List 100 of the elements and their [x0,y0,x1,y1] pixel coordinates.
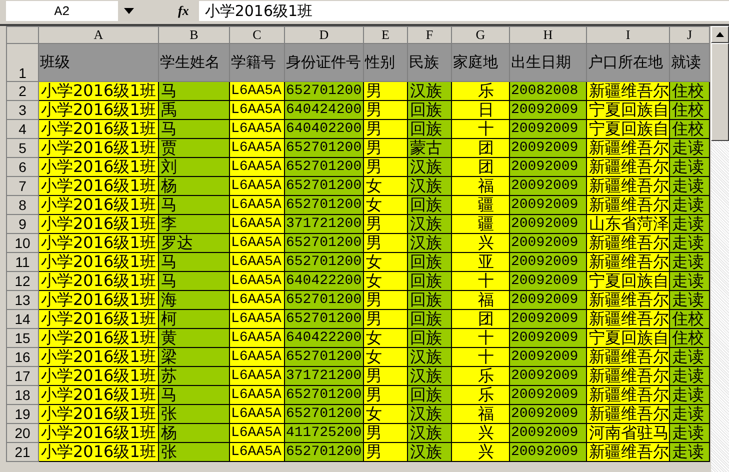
table-cell[interactable]: 走读 [670,290,710,310]
table-cell[interactable]: 小学2016级1班 [38,138,158,158]
row-header[interactable]: 15 [6,328,38,348]
table-cell[interactable]: 乐 [452,82,510,100]
table-cell[interactable]: 男 [364,158,408,176]
row-header[interactable]: 5 [6,138,38,158]
table-cell[interactable]: 回族 [408,386,452,404]
table-cell[interactable]: 山东省菏泽 [586,214,670,234]
header-cell[interactable]: 出生日期 [510,44,586,82]
table-cell[interactable]: 女 [364,328,408,348]
table-cell[interactable]: 男 [364,424,408,442]
table-cell[interactable]: 20092009 [510,386,586,404]
column-header[interactable]: E [364,26,408,44]
table-cell[interactable]: 20092009 [510,158,586,176]
table-cell[interactable]: 亚 [452,252,510,272]
header-cell[interactable]: 班级 [38,44,158,82]
table-cell[interactable]: 汉族 [408,366,452,386]
table-cell[interactable]: 652701200 [284,348,364,366]
table-cell[interactable]: 兴 [452,424,510,442]
table-cell[interactable]: 走读 [670,138,710,158]
table-cell[interactable]: L6AA5A [230,404,284,424]
table-cell[interactable]: 新疆维吾尔 [586,138,670,158]
table-cell[interactable]: 652701200 [284,138,364,158]
table-cell[interactable]: 男 [364,234,408,252]
table-cell[interactable]: 小学2016级1班 [38,176,158,196]
table-cell[interactable]: 张 [158,404,230,424]
table-cell[interactable]: 宁夏回族自 [586,100,670,120]
table-cell[interactable]: 团 [452,138,510,158]
table-cell[interactable]: 日 [452,100,510,120]
scroll-up-button[interactable] [711,26,729,43]
table-cell[interactable]: 走读 [670,348,710,366]
table-cell[interactable]: 禹 [158,100,230,120]
row-header[interactable]: 16 [6,348,38,366]
table-cell[interactable]: 柯 [158,310,230,328]
table-cell[interactable]: L6AA5A [230,386,284,404]
table-cell[interactable]: 新疆维吾尔 [586,386,670,404]
table-cell[interactable]: 小学2016级1班 [38,386,158,404]
table-cell[interactable]: 刘 [158,158,230,176]
table-cell[interactable]: 新疆维吾尔 [586,348,670,366]
header-cell[interactable]: 家庭地 [452,44,510,82]
header-cell[interactable]: 学籍号 [230,44,284,82]
table-cell[interactable]: L6AA5A [230,310,284,328]
table-cell[interactable]: 小学2016级1班 [38,158,158,176]
table-cell[interactable]: 汉族 [408,348,452,366]
table-cell[interactable]: L6AA5A [230,196,284,214]
table-cell[interactable]: 苏 [158,366,230,386]
row-header[interactable]: 20 [6,424,38,442]
table-cell[interactable]: L6AA5A [230,234,284,252]
table-cell[interactable]: 小学2016级1班 [38,272,158,290]
table-cell[interactable]: 男 [364,442,408,462]
table-cell[interactable]: 女 [364,176,408,196]
row-header[interactable]: 8 [6,196,38,214]
table-cell[interactable]: 20092009 [510,214,586,234]
formula-input[interactable]: 小学2016级1班 [198,1,729,21]
table-cell[interactable]: 乐 [452,366,510,386]
function-icon[interactable]: fx [178,3,189,19]
table-cell[interactable]: 十 [452,348,510,366]
table-cell[interactable]: L6AA5A [230,328,284,348]
table-cell[interactable]: 兴 [452,442,510,462]
table-cell[interactable]: 汉族 [408,424,452,442]
table-cell[interactable]: 福 [452,290,510,310]
table-cell[interactable]: 李 [158,214,230,234]
table-cell[interactable]: 走读 [670,214,710,234]
table-cell[interactable]: L6AA5A [230,82,284,100]
dropdown-caret-icon[interactable] [124,8,134,14]
table-cell[interactable]: 宁夏回族自 [586,328,670,348]
table-cell[interactable]: 回族 [408,100,452,120]
table-cell[interactable]: 女 [364,348,408,366]
table-cell[interactable]: 汉族 [408,158,452,176]
table-cell[interactable]: 女 [364,404,408,424]
table-cell[interactable]: 640422200 [284,328,364,348]
table-cell[interactable]: 住校 [670,310,710,328]
table-cell[interactable]: 乐 [452,386,510,404]
table-cell[interactable]: 新疆维吾尔 [586,252,670,272]
table-cell[interactable]: 住校 [670,328,710,348]
table-cell[interactable]: 走读 [670,404,710,424]
table-cell[interactable]: 马 [158,272,230,290]
table-cell[interactable]: 走读 [670,252,710,272]
table-cell[interactable]: 回族 [408,290,452,310]
column-header[interactable]: H [510,26,586,44]
table-cell[interactable]: 小学2016级1班 [38,328,158,348]
table-cell[interactable]: 男 [364,100,408,120]
row-header[interactable]: 10 [6,234,38,252]
table-cell[interactable]: 河南省驻马 [586,424,670,442]
table-cell[interactable]: 回族 [408,310,452,328]
table-cell[interactable]: 走读 [670,366,710,386]
row-header[interactable]: 21 [6,442,38,462]
column-header[interactable]: B [158,26,230,44]
column-header[interactable]: J [670,26,710,44]
table-cell[interactable]: 宁夏回族自 [586,120,670,138]
table-cell[interactable]: 汉族 [408,404,452,424]
table-cell[interactable]: 小学2016级1班 [38,290,158,310]
table-cell[interactable]: 男 [364,386,408,404]
table-cell[interactable]: 男 [364,366,408,386]
table-cell[interactable]: 652701200 [284,252,364,272]
column-header[interactable]: A [38,26,158,44]
table-cell[interactable]: 女 [364,252,408,272]
table-cell[interactable]: 回族 [408,120,452,138]
table-cell[interactable]: L6AA5A [230,120,284,138]
table-cell[interactable]: 汉族 [408,176,452,196]
